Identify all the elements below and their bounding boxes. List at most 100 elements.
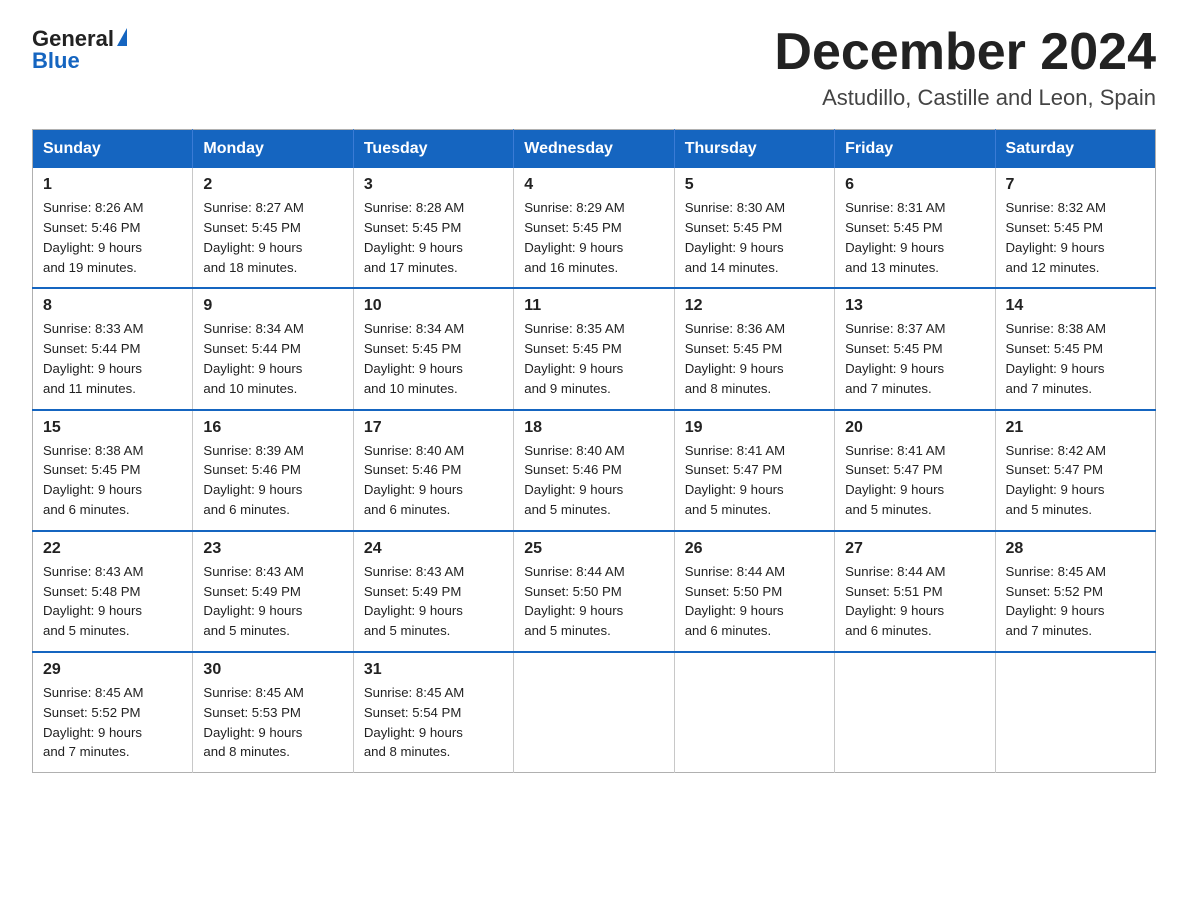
location-title: Astudillo, Castille and Leon, Spain (774, 85, 1156, 111)
weekday-header-saturday: Saturday (995, 130, 1155, 169)
calendar-week-row: 15 Sunrise: 8:38 AMSunset: 5:45 PMDayligh… (33, 410, 1156, 531)
day-number: 22 (43, 540, 182, 558)
calendar-day-cell: 26 Sunrise: 8:44 AMSunset: 5:50 PMDayligh… (674, 531, 834, 652)
day-info: Sunrise: 8:36 AMSunset: 5:45 PMDaylight:… (685, 319, 824, 398)
day-info: Sunrise: 8:44 AMSunset: 5:51 PMDaylight:… (845, 562, 984, 641)
day-info: Sunrise: 8:41 AMSunset: 5:47 PMDaylight:… (685, 441, 824, 520)
calendar-day-cell: 21 Sunrise: 8:42 AMSunset: 5:47 PMDayligh… (995, 410, 1155, 531)
day-number: 28 (1006, 540, 1145, 558)
day-number: 9 (203, 297, 342, 315)
calendar-day-cell: 31 Sunrise: 8:45 AMSunset: 5:54 PMDayligh… (353, 652, 513, 773)
calendar-day-cell: 12Sunrise: 8:36 AMSunset: 5:45 PMDayligh… (674, 288, 834, 409)
day-number: 20 (845, 419, 984, 437)
day-number: 6 (845, 176, 984, 194)
calendar-day-cell (514, 652, 674, 773)
day-info: Sunrise: 8:40 AMSunset: 5:46 PMDaylight:… (364, 441, 503, 520)
day-number: 2 (203, 176, 342, 194)
day-number: 7 (1006, 176, 1145, 194)
day-info: Sunrise: 8:45 AMSunset: 5:54 PMDaylight:… (364, 683, 503, 762)
day-number: 4 (524, 176, 663, 194)
day-number: 5 (685, 176, 824, 194)
day-number: 19 (685, 419, 824, 437)
weekday-header-friday: Friday (835, 130, 995, 169)
day-number: 25 (524, 540, 663, 558)
day-number: 16 (203, 419, 342, 437)
day-info: Sunrise: 8:41 AMSunset: 5:47 PMDaylight:… (845, 441, 984, 520)
calendar-week-row: 1Sunrise: 8:26 AMSunset: 5:46 PMDaylight… (33, 168, 1156, 288)
weekday-header-wednesday: Wednesday (514, 130, 674, 169)
calendar-day-cell: 5 Sunrise: 8:30 AMSunset: 5:45 PMDaylight… (674, 168, 834, 288)
day-info: Sunrise: 8:35 AMSunset: 5:45 PMDaylight:… (524, 319, 663, 398)
day-number: 31 (364, 661, 503, 679)
day-info: Sunrise: 8:45 AMSunset: 5:52 PMDaylight:… (1006, 562, 1145, 641)
calendar-day-cell: 10Sunrise: 8:34 AMSunset: 5:45 PMDayligh… (353, 288, 513, 409)
day-info: Sunrise: 8:30 AMSunset: 5:45 PMDaylight:… (685, 198, 824, 277)
calendar-day-cell: 14Sunrise: 8:38 AMSunset: 5:45 PMDayligh… (995, 288, 1155, 409)
calendar-day-cell: 22Sunrise: 8:43 AMSunset: 5:48 PMDayligh… (33, 531, 193, 652)
calendar-day-cell: 20 Sunrise: 8:41 AMSunset: 5:47 PMDayligh… (835, 410, 995, 531)
day-info: Sunrise: 8:42 AMSunset: 5:47 PMDaylight:… (1006, 441, 1145, 520)
calendar-day-cell: 1Sunrise: 8:26 AMSunset: 5:46 PMDaylight… (33, 168, 193, 288)
day-info: Sunrise: 8:43 AMSunset: 5:49 PMDaylight:… (203, 562, 342, 641)
day-number: 11 (524, 297, 663, 315)
calendar-day-cell: 16 Sunrise: 8:39 AMSunset: 5:46 PMDayligh… (193, 410, 353, 531)
calendar-day-cell: 29 Sunrise: 8:45 AMSunset: 5:52 PMDayligh… (33, 652, 193, 773)
day-number: 17 (364, 419, 503, 437)
day-number: 13 (845, 297, 984, 315)
calendar-day-cell: 15 Sunrise: 8:38 AMSunset: 5:45 PMDayligh… (33, 410, 193, 531)
calendar-day-cell: 2 Sunrise: 8:27 AMSunset: 5:45 PMDaylight… (193, 168, 353, 288)
day-number: 21 (1006, 419, 1145, 437)
day-number: 24 (364, 540, 503, 558)
day-number: 29 (43, 661, 182, 679)
day-number: 15 (43, 419, 182, 437)
day-info: Sunrise: 8:45 AMSunset: 5:53 PMDaylight:… (203, 683, 342, 762)
day-info: Sunrise: 8:44 AMSunset: 5:50 PMDaylight:… (524, 562, 663, 641)
calendar-day-cell: 28 Sunrise: 8:45 AMSunset: 5:52 PMDayligh… (995, 531, 1155, 652)
day-number: 1 (43, 176, 182, 194)
weekday-header-sunday: Sunday (33, 130, 193, 169)
calendar-day-cell: 19 Sunrise: 8:41 AMSunset: 5:47 PMDayligh… (674, 410, 834, 531)
calendar-day-cell: 11 Sunrise: 8:35 AMSunset: 5:45 PMDayligh… (514, 288, 674, 409)
day-info: Sunrise: 8:38 AMSunset: 5:45 PMDaylight:… (43, 441, 182, 520)
calendar-day-cell (995, 652, 1155, 773)
calendar-day-cell: 3Sunrise: 8:28 AMSunset: 5:45 PMDaylight… (353, 168, 513, 288)
day-info: Sunrise: 8:38 AMSunset: 5:45 PMDaylight:… (1006, 319, 1145, 398)
weekday-header-thursday: Thursday (674, 130, 834, 169)
calendar-day-cell (674, 652, 834, 773)
calendar-day-cell: 8Sunrise: 8:33 AMSunset: 5:44 PMDaylight… (33, 288, 193, 409)
logo-general-text: General (32, 28, 114, 50)
calendar-day-cell (835, 652, 995, 773)
calendar-table: SundayMondayTuesdayWednesdayThursdayFrid… (32, 129, 1156, 773)
calendar-day-cell: 24 Sunrise: 8:43 AMSunset: 5:49 PMDayligh… (353, 531, 513, 652)
calendar-day-cell: 6 Sunrise: 8:31 AMSunset: 5:45 PMDaylight… (835, 168, 995, 288)
calendar-day-cell: 4 Sunrise: 8:29 AMSunset: 5:45 PMDaylight… (514, 168, 674, 288)
day-number: 23 (203, 540, 342, 558)
month-title: December 2024 (774, 24, 1156, 81)
day-number: 8 (43, 297, 182, 315)
day-info: Sunrise: 8:45 AMSunset: 5:52 PMDaylight:… (43, 683, 182, 762)
day-info: Sunrise: 8:39 AMSunset: 5:46 PMDaylight:… (203, 441, 342, 520)
calendar-day-cell: 30Sunrise: 8:45 AMSunset: 5:53 PMDayligh… (193, 652, 353, 773)
day-info: Sunrise: 8:40 AMSunset: 5:46 PMDaylight:… (524, 441, 663, 520)
day-info: Sunrise: 8:34 AMSunset: 5:45 PMDaylight:… (364, 319, 503, 398)
day-info: Sunrise: 8:34 AMSunset: 5:44 PMDaylight:… (203, 319, 342, 398)
day-number: 27 (845, 540, 984, 558)
calendar-week-row: 29 Sunrise: 8:45 AMSunset: 5:52 PMDayligh… (33, 652, 1156, 773)
title-block: December 2024 Astudillo, Castille and Le… (774, 24, 1156, 111)
day-info: Sunrise: 8:44 AMSunset: 5:50 PMDaylight:… (685, 562, 824, 641)
day-info: Sunrise: 8:31 AMSunset: 5:45 PMDaylight:… (845, 198, 984, 277)
weekday-header-monday: Monday (193, 130, 353, 169)
calendar-day-cell: 9 Sunrise: 8:34 AMSunset: 5:44 PMDaylight… (193, 288, 353, 409)
calendar-day-cell: 27 Sunrise: 8:44 AMSunset: 5:51 PMDayligh… (835, 531, 995, 652)
day-number: 26 (685, 540, 824, 558)
calendar-day-cell: 25 Sunrise: 8:44 AMSunset: 5:50 PMDayligh… (514, 531, 674, 652)
day-info: Sunrise: 8:43 AMSunset: 5:49 PMDaylight:… (364, 562, 503, 641)
page-header: General Blue December 2024 Astudillo, Ca… (32, 24, 1156, 111)
calendar-week-row: 8Sunrise: 8:33 AMSunset: 5:44 PMDaylight… (33, 288, 1156, 409)
calendar-day-cell: 18Sunrise: 8:40 AMSunset: 5:46 PMDayligh… (514, 410, 674, 531)
calendar-day-cell: 23 Sunrise: 8:43 AMSunset: 5:49 PMDayligh… (193, 531, 353, 652)
day-info: Sunrise: 8:29 AMSunset: 5:45 PMDaylight:… (524, 198, 663, 277)
day-info: Sunrise: 8:27 AMSunset: 5:45 PMDaylight:… (203, 198, 342, 277)
calendar-day-cell: 13Sunrise: 8:37 AMSunset: 5:45 PMDayligh… (835, 288, 995, 409)
calendar-day-cell: 7Sunrise: 8:32 AMSunset: 5:45 PMDaylight… (995, 168, 1155, 288)
